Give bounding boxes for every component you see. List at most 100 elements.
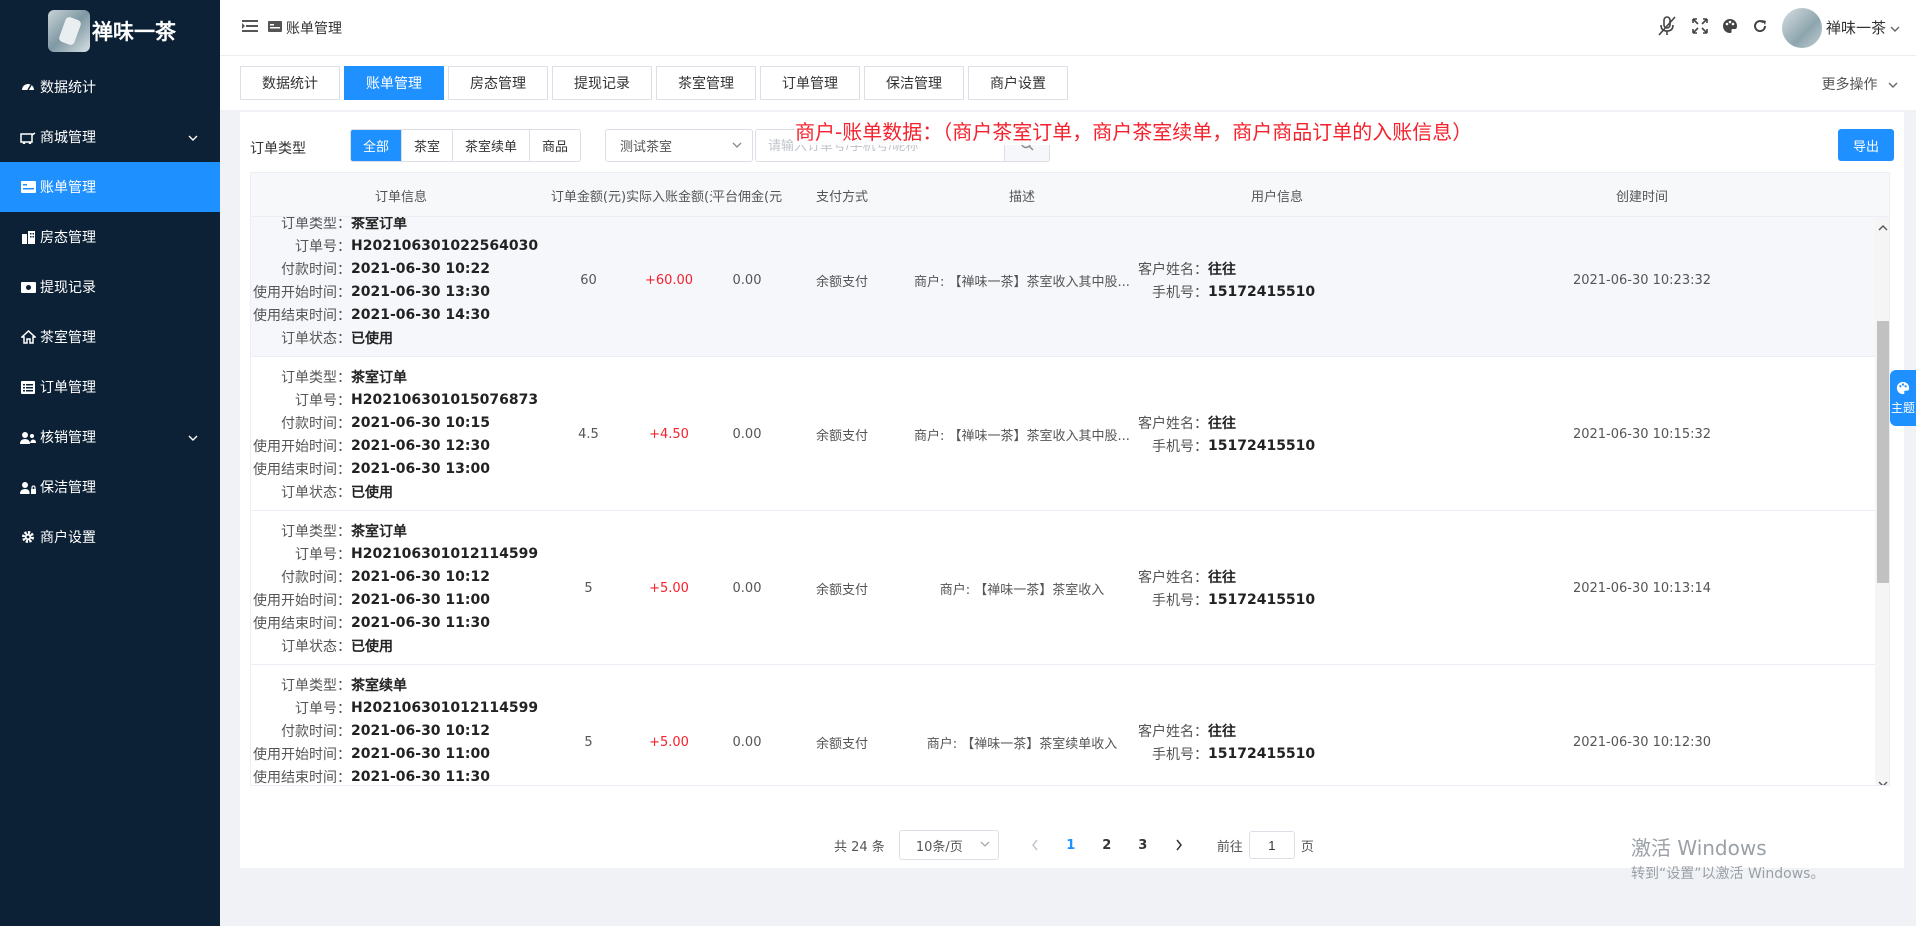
table-row[interactable]: 订单类型： 茶室订单 订单号： H202106301015076873 付款时间： 202… bbox=[251, 357, 1875, 511]
order-type-option[interactable]: 茶室 bbox=[401, 130, 452, 161]
sidebar-item-8[interactable]: 保洁管理 bbox=[0, 462, 220, 512]
table-row[interactable]: 订单类型： 茶室续单 订单号： H202106301012114599 付款时间： 202… bbox=[251, 665, 1875, 786]
watermark-line1: 激活 Windows bbox=[1631, 836, 1767, 860]
tab-2[interactable]: 房态管理 bbox=[448, 66, 548, 100]
user-menu[interactable]: 禅味一茶 bbox=[1781, 7, 1900, 48]
order-info-line: 付款时间： 2021-06-30 10:15 bbox=[251, 411, 551, 434]
total-count: 共 24 条 bbox=[834, 839, 885, 855]
field-value: 2021-06-30 11:30 bbox=[351, 768, 490, 785]
col-pay: 支付方式 bbox=[815, 189, 868, 205]
income-cell: +60.00 bbox=[644, 272, 694, 288]
user-info-line: 手机号： 15172415510 bbox=[1126, 588, 1315, 611]
sidebar-item-4[interactable]: 提现记录 bbox=[0, 262, 220, 312]
amount-cell: 5 bbox=[584, 580, 593, 596]
palette-icon[interactable] bbox=[1722, 18, 1738, 38]
col-user: 用户信息 bbox=[1250, 189, 1303, 205]
gear-icon bbox=[20, 529, 36, 545]
tab-7[interactable]: 商户设置 bbox=[968, 66, 1068, 100]
app-logo[interactable]: 禅味一茶 bbox=[0, 0, 220, 62]
prev-page-button[interactable] bbox=[1017, 839, 1053, 851]
tab-3[interactable]: 提现记录 bbox=[552, 66, 652, 100]
field-label: 付款时间： bbox=[281, 569, 351, 586]
table-row[interactable]: 订单类型： 茶室订单 订单号： H202106301012114599 付款时间： 202… bbox=[251, 511, 1875, 665]
sidebar: 禅味一茶 数据统计 商城管理 账单管理 房态管理 提现记录茶室管理订单管理 核销管理 保洁管… bbox=[0, 0, 220, 926]
page-number-button[interactable]: 1 bbox=[1053, 838, 1089, 853]
tab-0[interactable]: 数据统计 bbox=[240, 66, 340, 100]
sidebar-item-label: 茶室管理 bbox=[40, 330, 96, 346]
fullscreen-icon[interactable] bbox=[1692, 17, 1708, 38]
page-unit-label: 页 bbox=[1300, 839, 1314, 855]
theme-button[interactable]: 主题 bbox=[1890, 370, 1916, 426]
order-info-line: 使用开始时间： 2021-06-30 11:00 bbox=[251, 742, 551, 765]
dashboard-icon bbox=[20, 79, 36, 95]
order-info-line: 订单类型： 茶室续单 bbox=[251, 673, 551, 696]
user-info-line: 手机号： 15172415510 bbox=[1126, 280, 1315, 303]
logo-image bbox=[48, 10, 90, 52]
order-info-line: 使用结束时间： 2021-06-30 14:30 bbox=[251, 303, 551, 326]
order-info-cell: 订单类型： 茶室订单 订单号： H202106301015076873 付款时间： 202… bbox=[251, 365, 551, 503]
field-label: 使用开始时间： bbox=[253, 746, 351, 763]
export-button[interactable]: 导出 bbox=[1838, 129, 1894, 161]
field-value: 茶室订单 bbox=[351, 369, 407, 386]
field-value: 已使用 bbox=[351, 638, 393, 655]
tab-5[interactable]: 订单管理 bbox=[760, 66, 860, 100]
more-ops-dropdown[interactable]: 更多操作 bbox=[1822, 74, 1898, 94]
field-value: 茶室续单 bbox=[351, 677, 407, 694]
page-size-select[interactable]: 10条/页 bbox=[898, 830, 999, 860]
goto-page-input[interactable] bbox=[1248, 831, 1295, 859]
col-income: 实际入账金额(元) bbox=[626, 189, 712, 205]
field-label: 使用结束时间： bbox=[253, 615, 351, 632]
table-scrollbar[interactable] bbox=[1875, 217, 1889, 785]
tab-1[interactable]: 账单管理 bbox=[344, 66, 444, 100]
order-info-cell: 订单类型： 茶室续单 订单号： H202106301012114599 付款时间： 202… bbox=[251, 673, 551, 786]
sidebar-item-0[interactable]: 数据统计 bbox=[0, 62, 220, 112]
created-time-cell: 2021-06-30 10:12:30 bbox=[1572, 734, 1712, 750]
sidebar-item-9[interactable]: 商户设置 bbox=[0, 512, 220, 562]
sidebar-item-5[interactable]: 茶室管理 bbox=[0, 312, 220, 362]
user-info-cell: 客户姓名： 往往 手机号： 15172415510 bbox=[1126, 665, 1315, 785]
field-label: 订单状态： bbox=[281, 638, 351, 655]
user-info-line: 客户姓名： 往往 bbox=[1126, 257, 1315, 280]
field-label: 订单状态： bbox=[281, 484, 351, 501]
field-label: 手机号： bbox=[1152, 592, 1208, 609]
order-info-line: 订单号： H202106301022564030 bbox=[251, 234, 551, 257]
tab-4[interactable]: 茶室管理 bbox=[656, 66, 756, 100]
windows-activation-watermark: 激活 Windows 转到“设置”以激活 Windows。 bbox=[1631, 832, 1824, 883]
room-select[interactable]: 测试茶室 bbox=[605, 129, 753, 162]
scrollbar-thumb[interactable] bbox=[1877, 321, 1889, 583]
field-label: 付款时间： bbox=[281, 723, 351, 740]
pay-method-cell: 余额支付 bbox=[815, 582, 868, 598]
mic-off-icon[interactable] bbox=[1656, 15, 1678, 41]
page-number-button[interactable]: 2 bbox=[1089, 838, 1125, 853]
order-info-line: 付款时间： 2021-06-30 10:22 bbox=[251, 257, 551, 280]
field-label: 手机号： bbox=[1152, 746, 1208, 763]
order-type-option[interactable]: 商品 bbox=[529, 130, 580, 161]
refresh-icon[interactable] bbox=[1752, 18, 1768, 38]
order-type-option[interactable]: 全部 bbox=[351, 130, 402, 161]
next-page-button[interactable] bbox=[1161, 839, 1197, 851]
order-info-line: 使用开始时间： 2021-06-30 13:30 bbox=[251, 280, 551, 303]
sidebar-item-1[interactable]: 商城管理 bbox=[0, 112, 220, 162]
amount-cell: 60 bbox=[580, 272, 597, 288]
sidebar-item-6[interactable]: 订单管理 bbox=[0, 362, 220, 412]
col-amount: 订单金额(元) bbox=[551, 189, 626, 205]
scroll-down-icon[interactable] bbox=[1878, 773, 1888, 785]
order-info-line: 付款时间： 2021-06-30 10:12 bbox=[251, 565, 551, 588]
field-label: 手机号： bbox=[1152, 438, 1208, 455]
field-value: 2021-06-30 13:00 bbox=[351, 460, 490, 477]
order-type-segmented: 全部 茶室 茶室续单 商品 bbox=[350, 129, 582, 162]
menu-collapse-icon[interactable] bbox=[242, 18, 258, 37]
chevron-down-icon bbox=[1888, 77, 1898, 93]
table-row[interactable]: 订单类型： 茶室订单 订单号： H202106301022564030 付款时间： 202… bbox=[251, 217, 1875, 357]
order-type-option[interactable]: 茶室续单 bbox=[452, 130, 529, 161]
sidebar-item-3[interactable]: 房态管理 bbox=[0, 212, 220, 262]
scroll-up-icon[interactable] bbox=[1878, 217, 1888, 236]
field-label: 使用结束时间： bbox=[253, 307, 351, 324]
sidebar-item-7[interactable]: 核销管理 bbox=[0, 412, 220, 462]
tab-6[interactable]: 保洁管理 bbox=[864, 66, 964, 100]
more-ops-label: 更多操作 bbox=[1821, 77, 1878, 93]
chevron-down-icon bbox=[188, 130, 198, 146]
page-number-button[interactable]: 3 bbox=[1125, 838, 1161, 853]
sidebar-item-2[interactable]: 账单管理 bbox=[0, 162, 220, 212]
field-value: 15172415510 bbox=[1208, 437, 1316, 454]
